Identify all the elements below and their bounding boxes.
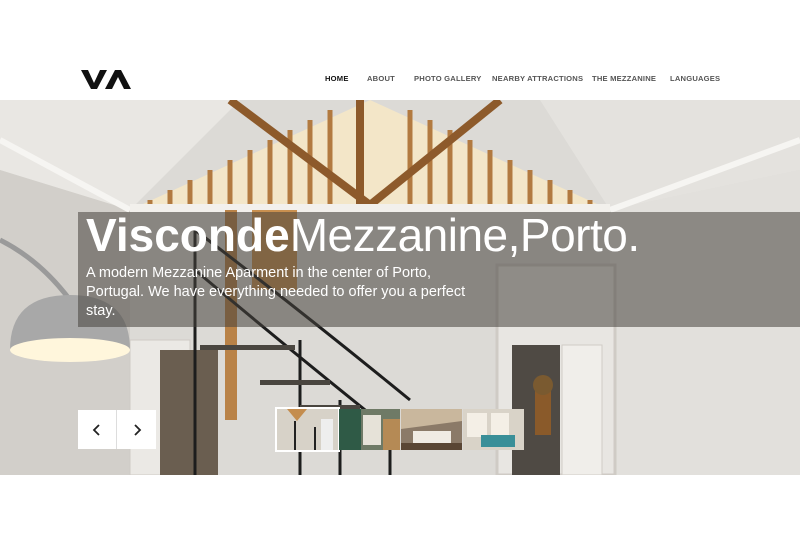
hero-title-bold: Visconde <box>86 209 290 261</box>
nav-the-mezzanine[interactable]: THE MEZZANINE <box>592 74 656 83</box>
thumb-living[interactable] <box>463 409 524 450</box>
slider-prev-button[interactable] <box>78 410 117 449</box>
nav-photo-gallery[interactable]: PHOTO GALLERY <box>414 74 482 83</box>
thumb-staircase[interactable] <box>275 407 340 452</box>
nav-languages[interactable]: LANGUAGES <box>670 74 720 83</box>
hero-subtitle: A modern Mezzanine Aparment in the cente… <box>86 265 466 319</box>
nav-about[interactable]: ABOUT <box>367 74 395 83</box>
main-nav: HOME ABOUT PHOTO GALLERY NEARBY ATTRACTI… <box>0 74 800 86</box>
chevron-right-icon <box>133 423 141 436</box>
site-header: HOME ABOUT PHOTO GALLERY NEARBY ATTRACTI… <box>0 0 800 100</box>
nav-home[interactable]: HOME <box>325 74 349 83</box>
chevron-left-icon <box>92 423 100 436</box>
slider-next-button[interactable] <box>117 410 156 449</box>
hero-title: ViscondeMezzanine,Porto. <box>86 208 640 262</box>
thumb-bedroom[interactable] <box>401 409 462 450</box>
slider-thumbnails <box>275 407 527 452</box>
thumb-kitchen[interactable] <box>339 409 400 450</box>
hero-title-light: Mezzanine,Porto. <box>289 209 640 261</box>
nav-nearby-attractions[interactable]: NEARBY ATTRACTIONS <box>492 74 583 83</box>
